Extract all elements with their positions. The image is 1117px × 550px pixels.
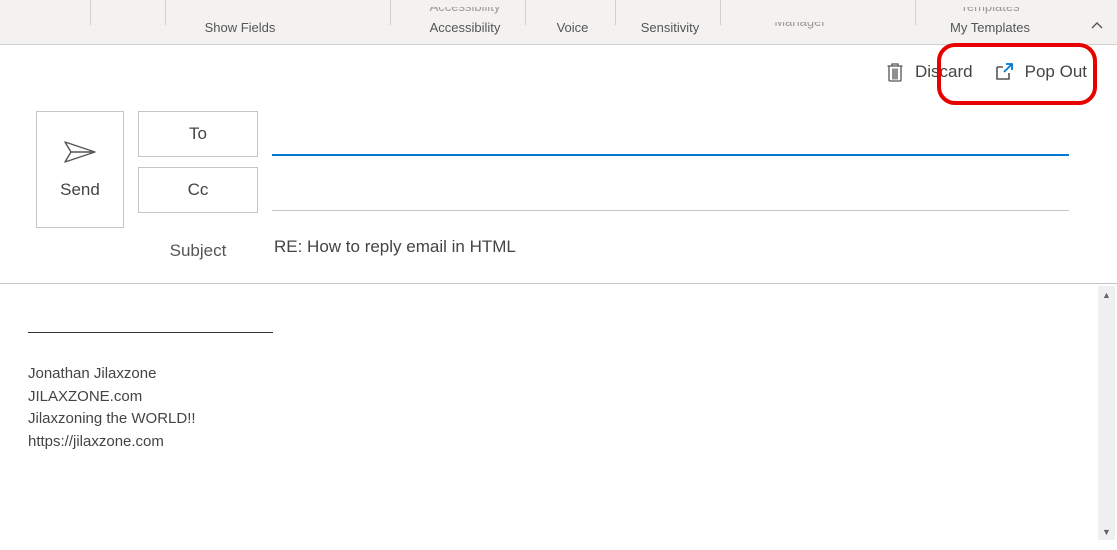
ribbon-group-cut: Manager [740,22,860,31]
ribbon-group-cut: Accessibility [400,7,530,16]
ribbon-divider [525,0,526,25]
ribbon-group-label: Show Fields [120,20,360,44]
send-button[interactable]: Send [36,111,124,228]
ribbon-group-label: My Templates [920,20,1060,44]
cc-input[interactable] [272,166,1069,211]
ribbon-divider [390,0,391,25]
subject-label: Subject [138,229,258,273]
ribbon-group-label: Accessibility [400,20,530,44]
scroll-up-arrow[interactable]: ▲ [1098,286,1115,303]
ribbon-collapse-button[interactable] [1087,16,1107,36]
ribbon-group-voice[interactable]: Voice [530,20,615,44]
popout-label: Pop Out [1025,62,1087,82]
chevron-up-icon [1091,20,1103,32]
ribbon-group-my-templates[interactable]: Templates My Templates [920,7,1060,44]
signature-url: https://jilaxzone.com [28,431,1089,454]
popout-icon [993,61,1015,83]
discard-label: Discard [915,62,973,82]
ribbon: Show Fields Accessibility Accessibility … [0,0,1117,45]
compose-header: Send To Cc Subject [0,99,1117,277]
ribbon-divider [165,0,166,25]
ribbon-group-accessibility[interactable]: Accessibility Accessibility [400,7,530,44]
send-icon [63,140,97,164]
ribbon-group-cut: Templates [920,7,1060,16]
subject-input[interactable] [272,225,1069,269]
to-button[interactable]: To [138,111,258,157]
cc-button[interactable]: Cc [138,167,258,213]
ribbon-divider [615,0,616,25]
send-label: Send [60,180,100,200]
recipient-buttons-column: To Cc Subject [138,111,258,273]
ribbon-group-label: Sensitivity [620,20,720,44]
popout-button[interactable]: Pop Out [993,61,1087,83]
signature-name: Jonathan Jilaxzone [28,363,1089,386]
ribbon-group-label: Voice [530,20,615,44]
cc-button-label: Cc [188,180,209,200]
fields-column [272,111,1093,273]
to-button-label: To [189,124,207,144]
scroll-down-arrow[interactable]: ▼ [1098,523,1115,540]
ribbon-group-show-fields[interactable]: Show Fields [120,20,360,44]
message-body-area: Jonathan Jilaxzone JILAXZONE.com Jilaxzo… [0,283,1117,543]
signature-divider [28,332,273,333]
signature-slogan: Jilaxzoning the WORLD!! [28,408,1089,431]
action-bar: Discard Pop Out [0,45,1117,99]
scrollbar[interactable]: ▲ ▼ [1098,286,1115,540]
trash-icon [885,61,905,83]
discard-button[interactable]: Discard [885,61,973,83]
ribbon-divider [90,0,91,25]
ribbon-group-label [740,35,860,44]
ribbon-group-sensitivity[interactable]: Sensitivity [620,20,720,44]
message-body[interactable]: Jonathan Jilaxzone JILAXZONE.com Jilaxzo… [0,284,1117,453]
signature-site: JILAXZONE.com [28,386,1089,409]
to-input[interactable] [272,111,1069,156]
ribbon-divider [720,0,721,25]
ribbon-group-manager[interactable]: Manager [740,22,860,44]
ribbon-divider [915,0,916,25]
